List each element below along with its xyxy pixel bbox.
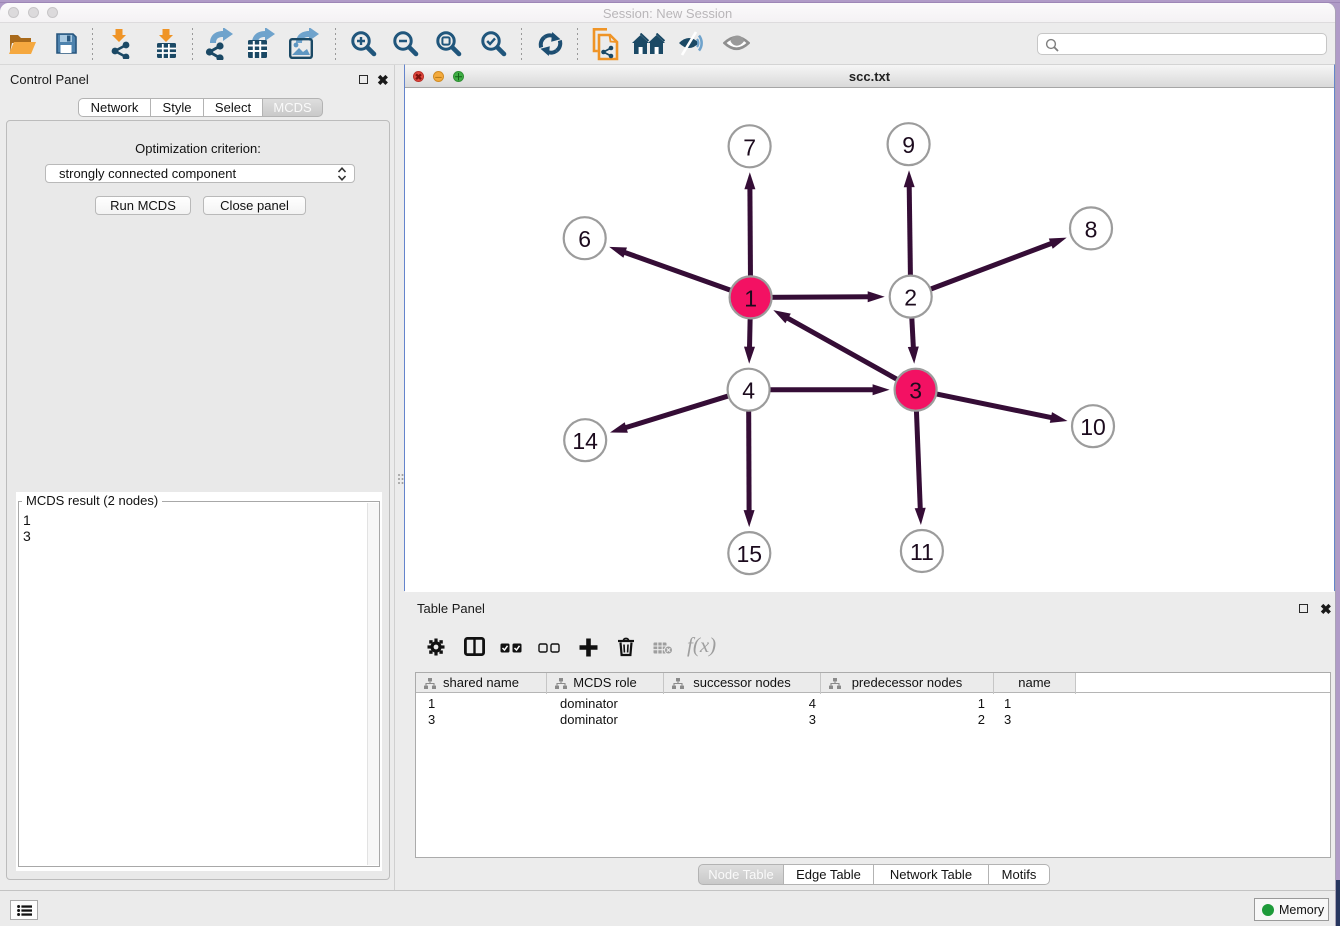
svg-text:11: 11 bbox=[910, 539, 934, 565]
svg-text:7: 7 bbox=[743, 134, 756, 160]
svg-text:3: 3 bbox=[909, 378, 922, 404]
svg-text:2: 2 bbox=[904, 285, 917, 311]
svg-text:10: 10 bbox=[1080, 414, 1106, 440]
svg-text:6: 6 bbox=[578, 226, 591, 252]
svg-text:1: 1 bbox=[744, 285, 757, 311]
svg-text:9: 9 bbox=[902, 132, 915, 158]
svg-text:15: 15 bbox=[737, 541, 763, 567]
svg-text:8: 8 bbox=[1085, 216, 1098, 242]
svg-text:4: 4 bbox=[742, 378, 755, 404]
svg-text:14: 14 bbox=[572, 428, 598, 454]
